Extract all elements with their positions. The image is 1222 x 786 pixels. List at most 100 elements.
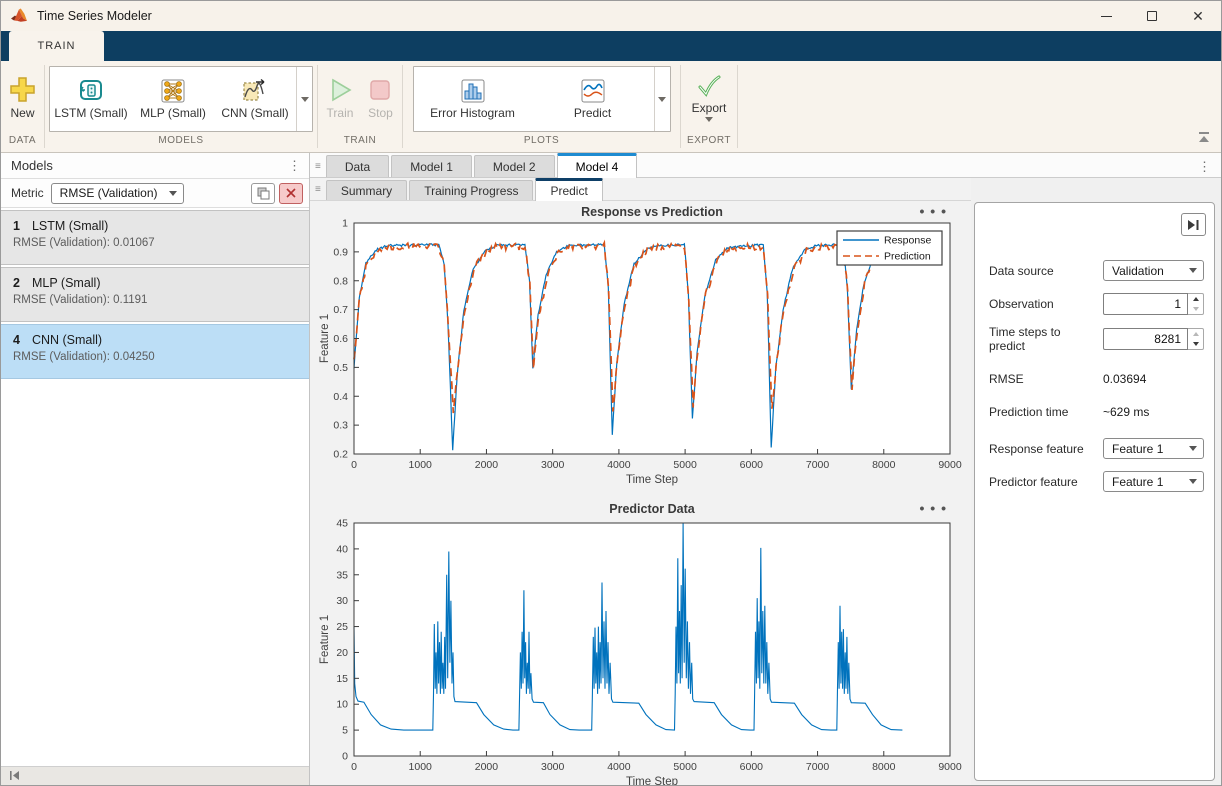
collapse-ribbon-button[interactable] bbox=[1197, 130, 1211, 148]
predictor-chart-container: • • • 0100020003000400050006000700080009… bbox=[316, 498, 965, 786]
data-source-dropdown[interactable]: Validation bbox=[1103, 260, 1204, 281]
svg-text:35: 35 bbox=[336, 569, 348, 581]
svg-text:8000: 8000 bbox=[872, 459, 896, 471]
plots-gallery: Error Histogram Predict bbox=[413, 66, 671, 132]
timesteps-label: Time steps to predict bbox=[989, 325, 1103, 353]
tab-model-2[interactable]: Model 2 bbox=[474, 155, 555, 177]
train-button[interactable]: Train bbox=[320, 77, 361, 120]
svg-text:0.6: 0.6 bbox=[333, 333, 348, 345]
minimize-icon bbox=[1101, 16, 1112, 17]
stop-button[interactable]: Stop bbox=[360, 77, 400, 120]
ribbon-tab-train[interactable]: TRAIN bbox=[9, 31, 104, 61]
predictor-feature-dropdown[interactable]: Feature 1 bbox=[1103, 471, 1204, 492]
models-gallery-dropdown-button[interactable] bbox=[296, 67, 312, 131]
model-metric: RMSE (Validation): 0.01067 bbox=[13, 237, 297, 249]
model-number: 1 bbox=[13, 219, 20, 233]
predictor-chart-options-button[interactable]: • • • bbox=[920, 500, 947, 516]
observation-label: Observation bbox=[989, 297, 1103, 311]
metric-dropdown[interactable]: RMSE (Validation) bbox=[51, 183, 184, 204]
svg-text:1000: 1000 bbox=[409, 459, 433, 471]
model-card-lstm[interactable]: 1LSTM (Small) RMSE (Validation): 0.01067 bbox=[1, 210, 309, 265]
histogram-icon bbox=[460, 78, 486, 104]
spinner-up-button[interactable] bbox=[1188, 294, 1203, 304]
close-icon: ✕ bbox=[1192, 9, 1204, 23]
gallery-item-predict[interactable]: Predict bbox=[532, 67, 654, 131]
plots-gallery-dropdown-button[interactable] bbox=[654, 67, 670, 131]
duplicate-model-button[interactable] bbox=[251, 183, 275, 204]
gallery-item-mlp[interactable]: MLP (Small) bbox=[132, 67, 214, 131]
timesteps-spinner[interactable]: 8281 bbox=[1103, 328, 1204, 350]
response-chart-options-button[interactable]: • • • bbox=[920, 203, 947, 219]
minimize-button[interactable] bbox=[1083, 1, 1129, 31]
models-panel: Models ⋮ Metric RMSE (Validation) bbox=[1, 153, 310, 786]
chevron-down-icon bbox=[301, 97, 309, 102]
svg-text:10: 10 bbox=[336, 699, 348, 711]
response-feature-dropdown[interactable]: Feature 1 bbox=[1103, 438, 1204, 459]
collapse-left-panel-button[interactable] bbox=[9, 768, 21, 786]
maximize-button[interactable] bbox=[1129, 1, 1175, 31]
models-panel-menu-button[interactable]: ⋮ bbox=[288, 159, 301, 172]
svg-text:0: 0 bbox=[351, 459, 357, 471]
maximize-icon bbox=[1147, 11, 1157, 21]
check-icon bbox=[696, 74, 722, 98]
collapse-right-icon bbox=[1187, 219, 1200, 231]
svg-text:Predictor Data: Predictor Data bbox=[609, 502, 695, 516]
subtab-predict[interactable]: Predict bbox=[535, 178, 602, 201]
collapse-ribbon-icon bbox=[1197, 131, 1211, 143]
subtab-summary[interactable]: Summary bbox=[326, 180, 407, 200]
gallery-item-lstm[interactable]: LSTM (Small) bbox=[50, 67, 132, 131]
close-button[interactable]: ✕ bbox=[1175, 1, 1221, 31]
tab-model-1[interactable]: Model 1 bbox=[391, 155, 472, 177]
chevron-down-icon bbox=[1189, 268, 1197, 273]
model-card-mlp[interactable]: 2MLP (Small) RMSE (Validation): 0.1191 bbox=[1, 267, 309, 322]
svg-text:6000: 6000 bbox=[740, 761, 764, 773]
predictor-feature-label: Predictor feature bbox=[989, 475, 1103, 489]
predict-options-region: Data source Validation Observation 1 bbox=[971, 178, 1221, 786]
observation-spinner[interactable]: 1 bbox=[1103, 293, 1204, 315]
model-metric: RMSE (Validation): 0.1191 bbox=[13, 294, 297, 306]
app-window: Time Series Modeler ✕ TRAIN New DATA bbox=[0, 0, 1222, 786]
svg-text:1000: 1000 bbox=[409, 761, 433, 773]
spinner-down-button[interactable] bbox=[1188, 304, 1203, 314]
predict-icon bbox=[580, 78, 606, 104]
section-label-train: TRAIN bbox=[318, 135, 402, 152]
ribbon-section-train: Train Stop TRAIN bbox=[318, 61, 402, 152]
ribbon-tabstrip: TRAIN bbox=[1, 31, 1221, 61]
ribbon-section-export: Export EXPORT bbox=[681, 61, 737, 152]
gallery-item-error-histogram[interactable]: Error Histogram bbox=[414, 67, 532, 131]
svg-text:40: 40 bbox=[336, 543, 348, 555]
svg-text:30: 30 bbox=[336, 595, 348, 607]
mlp-icon bbox=[159, 78, 187, 104]
model-name: CNN (Small) bbox=[32, 333, 102, 347]
ribbon-section-plots: Error Histogram Predict PLO bbox=[403, 61, 680, 152]
spinner-down-button[interactable] bbox=[1188, 339, 1203, 349]
export-button[interactable]: Export bbox=[685, 74, 734, 122]
svg-text:2000: 2000 bbox=[475, 459, 499, 471]
svg-text:Prediction: Prediction bbox=[884, 251, 931, 263]
tab-model-4[interactable]: Model 4 bbox=[557, 153, 638, 178]
copy-icon bbox=[257, 187, 270, 200]
plus-icon bbox=[9, 76, 36, 103]
ribbon: New DATA LSTM (Small) bbox=[1, 61, 1221, 153]
tabstrip-menu-button[interactable]: ⋮ bbox=[1198, 160, 1221, 177]
rmse-label: RMSE bbox=[989, 372, 1103, 386]
section-label-plots: PLOTS bbox=[403, 135, 680, 152]
model-card-cnn[interactable]: 4CNN (Small) RMSE (Validation): 0.04250 bbox=[1, 324, 309, 379]
export-caret-icon bbox=[705, 117, 713, 122]
svg-text:9000: 9000 bbox=[938, 459, 962, 471]
new-button[interactable]: New bbox=[2, 76, 43, 120]
collapse-right-panel-button[interactable] bbox=[1181, 213, 1206, 236]
svg-text:20: 20 bbox=[336, 647, 348, 659]
svg-text:0: 0 bbox=[342, 751, 348, 763]
predictor-data-chart: 0100020003000400050006000700080009000051… bbox=[316, 498, 964, 786]
gallery-item-cnn[interactable]: CNN (Small) bbox=[214, 67, 296, 131]
tab-data[interactable]: Data bbox=[326, 155, 389, 177]
models-gallery: LSTM (Small) M bbox=[49, 66, 313, 132]
delete-model-button[interactable] bbox=[279, 183, 303, 204]
window-title: Time Series Modeler bbox=[37, 9, 152, 23]
svg-text:2000: 2000 bbox=[475, 761, 499, 773]
spinner-up-button[interactable] bbox=[1188, 329, 1203, 339]
subtab-training-progress[interactable]: Training Progress bbox=[409, 180, 533, 200]
svg-text:0.4: 0.4 bbox=[333, 391, 348, 403]
svg-text:0: 0 bbox=[351, 761, 357, 773]
